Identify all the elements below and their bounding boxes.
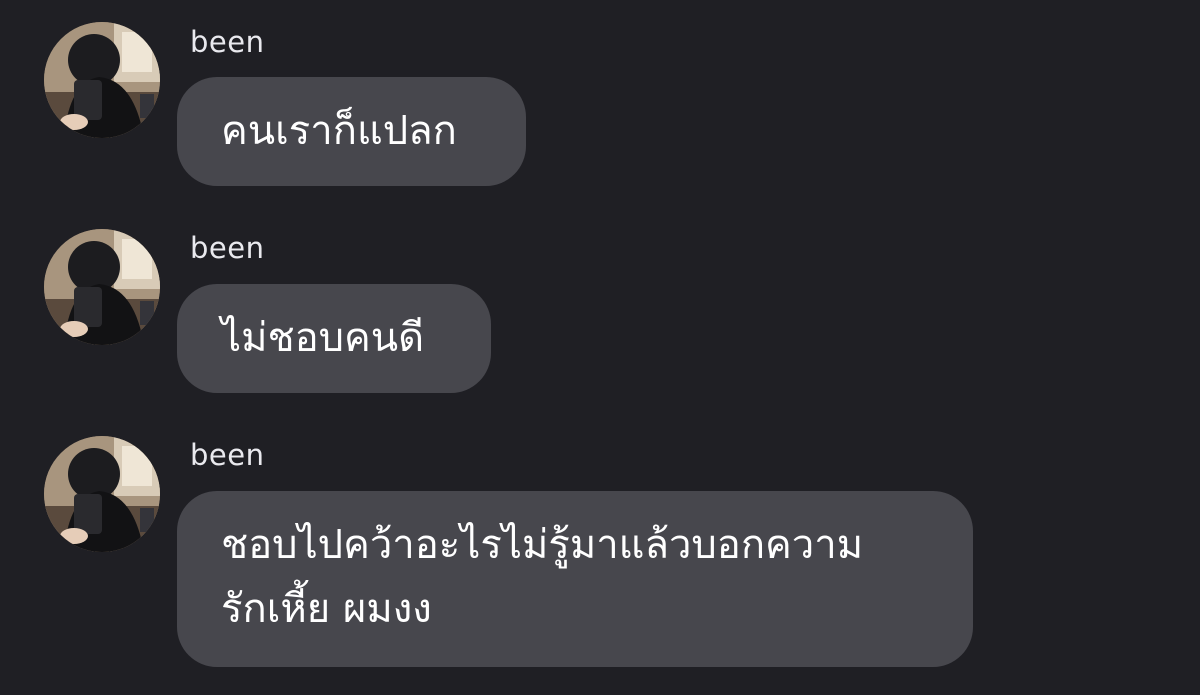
sender-name: been	[190, 438, 265, 472]
avatar[interactable]	[44, 436, 160, 552]
message-bubble[interactable]: ชอบไปคว้าอะไรไม่รู้มาแล้วบอกความ รักเหี้…	[177, 491, 973, 667]
avatar-photo-icon	[44, 436, 160, 552]
chat-message: been ชอบไปคว้าอะไรไม่รู้มาแล้วบอกความ รั…	[0, 0, 1200, 695]
